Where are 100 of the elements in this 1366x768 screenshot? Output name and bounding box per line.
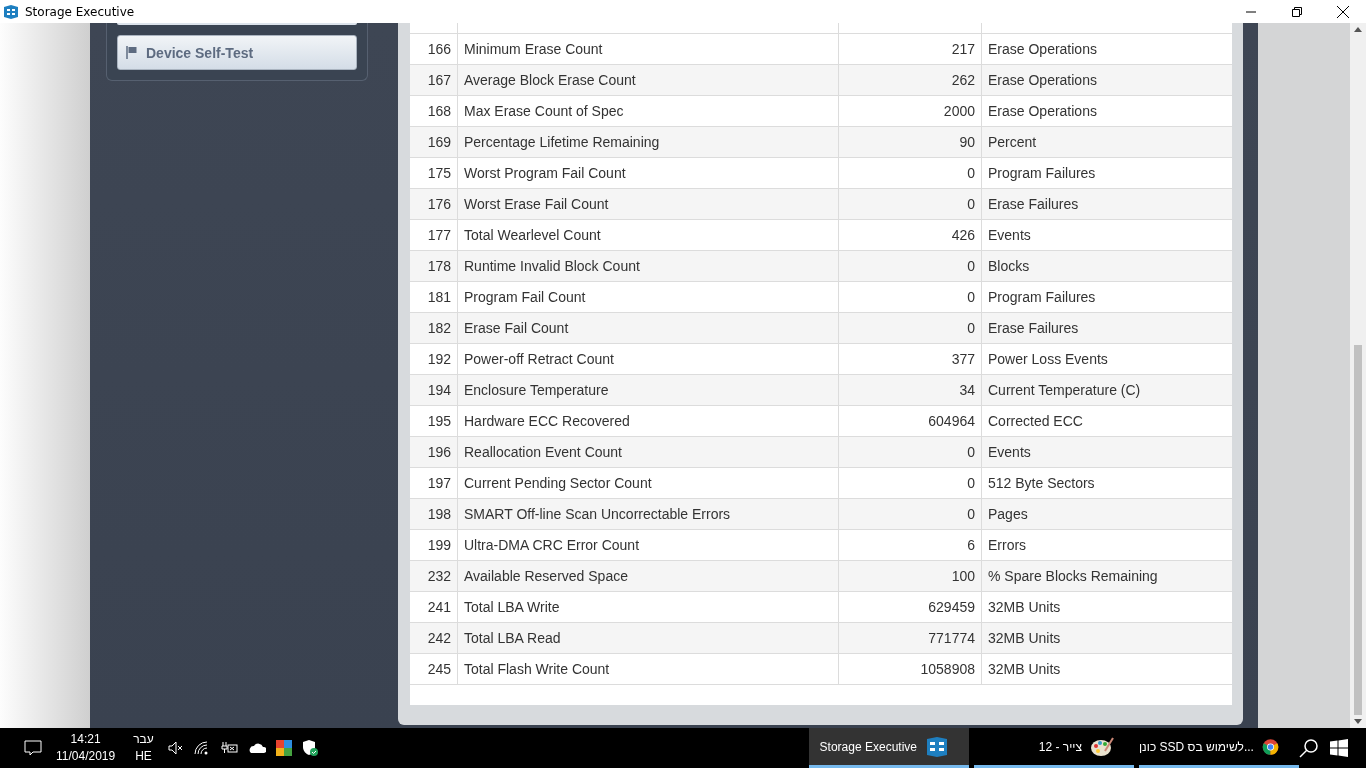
table-cell: 377 — [839, 344, 982, 374]
scrollbar-thumb[interactable] — [1354, 345, 1362, 715]
app-label: 12 - צייר — [1038, 739, 1082, 754]
table-cell-text: Errors — [987, 536, 1028, 555]
table-cell-text: Current Temperature (C) — [987, 381, 1142, 400]
table-cell-text: Pages — [987, 505, 1029, 524]
table-cell: 0 — [839, 189, 982, 219]
clock-date[interactable]: 11/04/2019 — [56, 748, 116, 765]
table-cell: 198 — [410, 499, 458, 529]
table-cell-text: Events — [987, 443, 1032, 462]
table-cell: 0 — [839, 158, 982, 188]
paint-palette-icon — [1090, 735, 1114, 758]
table-cell: Power-off Retract Count — [458, 344, 839, 374]
table-cell: 0 — [839, 437, 982, 467]
notification-icon[interactable] — [24, 739, 42, 757]
search-icon[interactable] — [1299, 738, 1319, 758]
table-cell: 426 — [839, 220, 982, 250]
table-cell: 0 — [839, 251, 982, 281]
table-cell-text: Erase Failures — [987, 195, 1080, 214]
colorful-tiles-icon[interactable] — [275, 740, 292, 756]
table-cell: 241 — [410, 592, 458, 622]
table-cell: Total LBA Read — [458, 623, 839, 653]
table-cell: Minimum Erase Count — [458, 34, 839, 64]
security-shield-icon[interactable] — [301, 740, 318, 756]
table-cell: 2000 — [839, 96, 982, 126]
table-cell: 167 — [410, 65, 458, 95]
table-cell-text: % Spare Blocks Remaining — [987, 567, 1159, 586]
table-cell: 217 — [839, 34, 982, 64]
windows-logo-icon[interactable] — [1330, 739, 1348, 757]
table-cell: 194 — [410, 375, 458, 405]
table-cell: Reallocation Event Count — [458, 437, 839, 467]
table-cell: 0 — [839, 282, 982, 312]
table-cell: 771774 — [839, 623, 982, 653]
table-cell: 629459 — [839, 592, 982, 622]
table-cell: Ultra-DMA CRC Error Count — [458, 530, 839, 560]
language-code[interactable]: HE — [135, 748, 152, 765]
battery-icon[interactable] — [219, 741, 238, 755]
cloud-icon[interactable] — [247, 742, 266, 754]
table-cell: 242 — [410, 623, 458, 653]
table-cell-text: 32MB Units — [987, 629, 1062, 648]
table-cell: Total Flash Write Count — [458, 654, 839, 684]
scroll-up-icon[interactable] — [1354, 27, 1362, 32]
table-cell: 232 — [410, 561, 458, 591]
table-cell-text: 32MB Units — [987, 598, 1062, 617]
table-cell: 0 — [839, 499, 982, 529]
scrollbar[interactable] — [1350, 23, 1366, 728]
taskbar-app-button[interactable]: Storage Executive — [809, 728, 969, 768]
table-cell: Total Wearlevel Count — [458, 220, 839, 250]
table-cell-text: 32MB Units — [987, 660, 1062, 679]
table-cell-text: Power Loss Events — [987, 350, 1109, 369]
table-cell: Available Reserved Space — [458, 561, 839, 591]
table-cell: 245 — [410, 654, 458, 684]
table-cell: 262 — [839, 65, 982, 95]
table-cell: 90 — [839, 127, 982, 157]
scroll-down-icon[interactable] — [1354, 719, 1362, 724]
table-cell: 34 — [839, 375, 982, 405]
muted-speaker-icon[interactable] — [167, 741, 184, 755]
storage-app-icon — [925, 735, 949, 758]
table-cell: 0 — [839, 313, 982, 343]
table-cell-text: Program Failures — [987, 288, 1097, 307]
app-logo-icon — [3, 3, 19, 20]
table-cell: Runtime Invalid Block Count — [458, 251, 839, 281]
device-self-test-button[interactable]: Device Self-Test — [117, 35, 357, 70]
clock-time[interactable]: 14:21 — [70, 731, 101, 748]
table-cell-text: Erase Failures — [987, 319, 1080, 338]
window-title: Storage Executive — [25, 4, 135, 19]
table-cell: 100 — [839, 561, 982, 591]
table-cell: 192 — [410, 344, 458, 374]
taskbar-app-button[interactable]: כונן SSD לשימוש בס... — [1139, 728, 1299, 768]
table-cell: 182 — [410, 313, 458, 343]
table-cell: Hardware ECC Recovered — [458, 406, 839, 436]
table-cell: Program Fail Count — [458, 282, 839, 312]
table-cell: 169 — [410, 127, 458, 157]
table-cell: 1058908 — [839, 654, 982, 684]
table-cell: 176 — [410, 189, 458, 219]
table-cell: 604964 — [839, 406, 982, 436]
table-cell-text: 512 Byte Sectors — [987, 474, 1096, 493]
wifi-icon[interactable] — [193, 741, 210, 755]
table-cell: 177 — [410, 220, 458, 250]
table-cell: 168 — [410, 96, 458, 126]
table-cell-text: Erase Operations — [987, 40, 1098, 59]
app-label: כונן SSD לשימוש בס... — [1139, 739, 1254, 754]
flag-icon — [126, 46, 138, 59]
table-cell: 196 — [410, 437, 458, 467]
restore-icon — [1292, 6, 1302, 17]
table-cell: 195 — [410, 406, 458, 436]
table-cell: Max Erase Count of Spec — [458, 96, 839, 126]
language-indicator[interactable]: עבר — [133, 731, 154, 748]
table-cell: Enclosure Temperature — [458, 375, 839, 405]
table-cell: 6 — [839, 530, 982, 560]
table-cell: Worst Program Fail Count — [458, 158, 839, 188]
table-cell-text: Erase Operations — [987, 102, 1098, 121]
table-cell-text: Events — [987, 226, 1032, 245]
table-cell-text: Program Failures — [987, 164, 1097, 183]
table-cell: Erase Fail Count — [458, 313, 839, 343]
table-cell: Average Block Erase Count — [458, 65, 839, 95]
table-cell: Total LBA Write — [458, 592, 839, 622]
table-cell: Worst Erase Fail Count — [458, 189, 839, 219]
table-cell: Current Pending Sector Count — [458, 468, 839, 498]
taskbar-app-button[interactable]: 12 - צייר — [974, 728, 1134, 768]
